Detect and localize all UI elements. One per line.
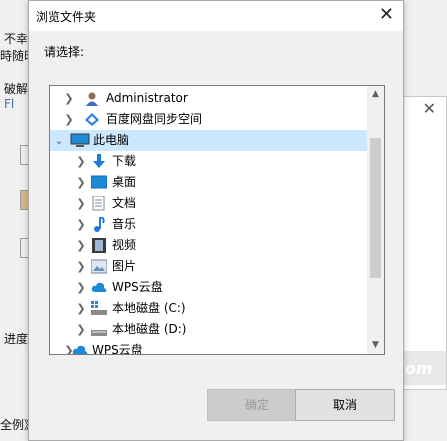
picture-icon	[90, 259, 108, 274]
document-icon	[91, 195, 107, 211]
cancel-button[interactable]: 取消	[295, 389, 395, 421]
dialog-titlebar: 浏览文件夹 ✕	[29, 1, 403, 31]
bg-text-4: Fl	[4, 97, 15, 111]
tree-item-baidu-sync[interactable]: ❯ 百度网盘同步空间	[50, 109, 368, 130]
scrollbar-thumb[interactable]	[370, 138, 381, 278]
tree-item-label: Administrator	[106, 91, 188, 105]
video-icon	[91, 238, 107, 253]
chevron-right-icon[interactable]: ❯	[63, 88, 75, 109]
tree-item-desktop[interactable]: ❯ 桌面	[50, 172, 368, 193]
drive-icon	[91, 322, 107, 337]
tree-item-wps-cloud[interactable]: ❯ WPS云盘	[50, 277, 368, 298]
tree-item-drive-d[interactable]: ❯ 本地磁盘 (D:)	[50, 319, 368, 340]
tree-item-label: 文档	[112, 196, 137, 210]
folder-tree[interactable]: ❯ Administrator ❯ 百度网盘同步空间 ⌄ 此电脑 ❯ 下载 ❯ …	[49, 85, 385, 355]
tree-item-label: 图片	[112, 259, 137, 273]
tree-item-label: 视频	[112, 238, 137, 252]
bg-text-1: 不幸	[4, 32, 29, 46]
chevron-right-icon[interactable]: ❯	[63, 109, 75, 130]
user-icon	[84, 91, 100, 106]
tree-item-wps-cloud-root[interactable]: ❯ WPS云盘	[50, 340, 368, 355]
chevron-right-icon[interactable]: ❯	[75, 172, 87, 193]
bg-progress-label: 进度	[4, 332, 29, 346]
baidu-cloud-icon	[84, 112, 100, 127]
music-icon	[91, 216, 107, 232]
banner-stripe: om	[399, 351, 446, 385]
bg-text-3: 破解	[4, 82, 29, 96]
tree-item-label: 本地磁盘 (C:)	[112, 301, 186, 315]
tree-item-administrator[interactable]: ❯ Administrator	[50, 88, 368, 109]
tree-item-label: 百度网盘同步空间	[106, 112, 203, 126]
chevron-down-icon[interactable]: ⌄	[53, 130, 65, 151]
tree-item-label: WPS云盘	[112, 280, 163, 294]
dialog-title: 浏览文件夹	[36, 10, 97, 24]
chevron-right-icon[interactable]: ❯	[75, 214, 87, 235]
chevron-right-icon[interactable]: ❯	[75, 193, 87, 214]
tree-item-label: 本地磁盘 (D:)	[112, 322, 187, 336]
vertical-scrollbar[interactable]: ▲ ▼	[367, 86, 384, 354]
desktop-icon	[90, 175, 108, 190]
tree-item-label: 下载	[112, 154, 137, 168]
browse-folder-dialog: 浏览文件夹 ✕ 请选择: ❯ Administrator ❯ 百度网盘同步空间 …	[28, 0, 404, 441]
chevron-right-icon[interactable]: ❯	[75, 277, 87, 298]
ok-button[interactable]: 确定	[207, 389, 307, 421]
wps-cloud-icon	[91, 280, 107, 295]
tree-item-music[interactable]: ❯ 音乐	[50, 214, 368, 235]
tree-item-label: WPS云盘	[92, 343, 143, 355]
chevron-right-icon[interactable]: ❯	[75, 151, 87, 172]
close-icon: ✕	[422, 99, 436, 118]
chevron-right-icon[interactable]: ❯	[75, 256, 87, 277]
tree-item-pictures[interactable]: ❯ 图片	[50, 256, 368, 277]
computer-icon	[70, 133, 90, 148]
chevron-right-icon[interactable]: ❯	[75, 235, 87, 256]
tree-item-label: 此电脑	[93, 133, 130, 147]
chevron-right-icon[interactable]: ❯	[75, 298, 87, 319]
watermark-text: om	[405, 359, 433, 378]
chevron-right-icon[interactable]: ❯	[75, 319, 87, 340]
dialog-prompt: 请选择:	[44, 45, 85, 59]
tree-item-downloads[interactable]: ❯ 下载	[50, 151, 368, 172]
tree-item-videos[interactable]: ❯ 视频	[50, 235, 368, 256]
close-button[interactable]: ✕	[379, 4, 394, 25]
tree-item-drive-c[interactable]: ❯ 本地磁盘 (C:)	[50, 298, 368, 319]
wps-cloud-icon	[72, 343, 88, 354]
tree-item-documents[interactable]: ❯ 文档	[50, 193, 368, 214]
tree-item-label: 音乐	[112, 217, 137, 231]
system-drive-icon	[91, 301, 107, 316]
scroll-up-icon[interactable]: ▲	[367, 86, 384, 103]
tree-item-this-pc[interactable]: ⌄ 此电脑	[50, 130, 368, 151]
scroll-down-icon[interactable]: ▼	[367, 337, 384, 354]
download-icon	[91, 154, 107, 169]
tree-item-label: 桌面	[112, 175, 137, 189]
background-window: ✕ om	[398, 96, 447, 390]
